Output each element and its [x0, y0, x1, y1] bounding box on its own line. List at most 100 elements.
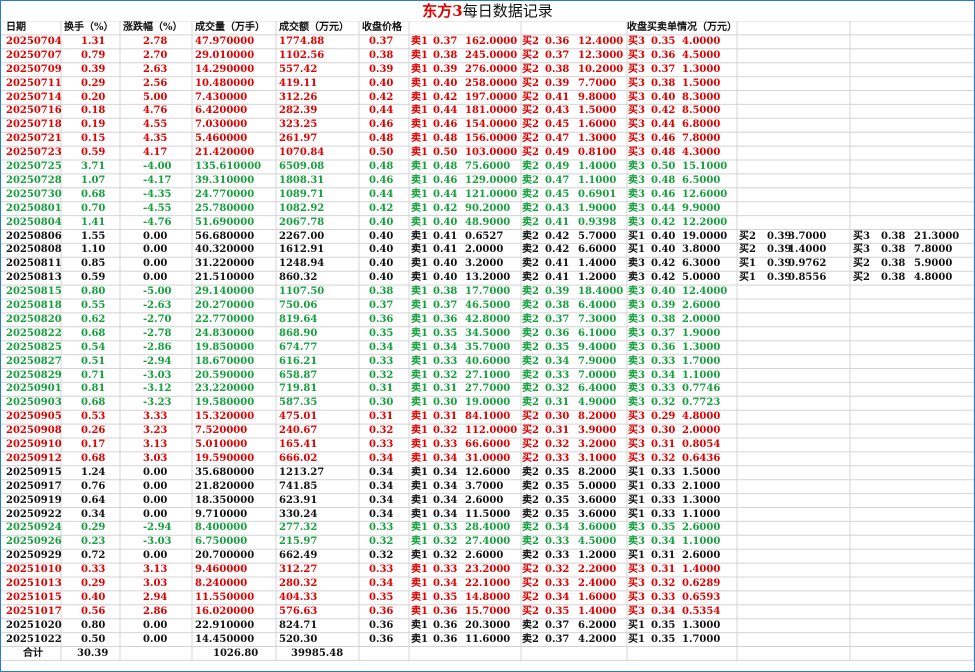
cell-order1-amount[interactable]: 27.1000 — [465, 369, 510, 382]
cell-order3-side[interactable]: 买3 — [628, 77, 645, 90]
cell-order1-amount[interactable]: 0.6527 — [465, 230, 503, 243]
cell-order4-amount[interactable]: 3.7000 — [788, 230, 826, 243]
cell-order2-price[interactable]: 0.35 — [545, 494, 569, 507]
cell-volume[interactable]: 7.520000 — [195, 424, 247, 437]
cell-order3-amount[interactable]: 1.3000 — [682, 63, 720, 76]
cell-order3-price[interactable]: 0.29 — [651, 410, 675, 423]
cell-order3-amount[interactable]: 1.3000 — [682, 494, 720, 507]
cell-order3-price[interactable]: 0.34 — [651, 535, 675, 548]
cell-order1-side[interactable]: 卖1 — [411, 480, 428, 493]
cell-amount[interactable]: 557.42 — [279, 63, 317, 76]
cell-order3-side[interactable]: 买3 — [628, 605, 645, 618]
cell-order2-amount[interactable]: 0.6901 — [578, 188, 616, 201]
cell-order1-price[interactable]: 0.41 — [433, 230, 457, 243]
cell-order3-side[interactable]: 卖3 — [628, 396, 645, 409]
cell-order2-side[interactable]: 买2 — [522, 577, 539, 590]
cell-order2-price[interactable]: 0.33 — [545, 549, 569, 562]
cell-order1-price[interactable]: 0.46 — [433, 174, 457, 187]
cell-order3-side[interactable]: 卖3 — [628, 369, 645, 382]
cell-order1-side[interactable]: 卖1 — [411, 91, 428, 104]
cell-order1-amount[interactable]: 276.0000 — [465, 63, 517, 76]
cell-turnover[interactable]: 0.81 — [81, 382, 105, 395]
cell-order3-price[interactable]: 0.33 — [651, 508, 675, 521]
cell-order1-price[interactable]: 0.40 — [433, 216, 457, 229]
cell-order3-side[interactable]: 买3 — [628, 410, 645, 423]
cell-order2-price[interactable]: 0.33 — [545, 535, 569, 548]
cell-order1-amount[interactable]: 27.4000 — [465, 535, 510, 548]
cell-order1-amount[interactable]: 3.2000 — [465, 257, 503, 270]
cell-order2-price[interactable]: 0.47 — [545, 174, 569, 187]
cell-order1-side[interactable]: 卖1 — [411, 355, 428, 368]
cell-date[interactable]: 20250806 — [6, 230, 62, 243]
cell-close[interactable]: 0.36 — [369, 605, 393, 618]
header-close[interactable]: 收盘价格 — [362, 21, 402, 34]
cell-order2-amount[interactable]: 18.4000 — [578, 285, 623, 298]
cell-order1-amount[interactable]: 22.1000 — [465, 577, 510, 590]
cell-order2-side[interactable]: 买2 — [522, 104, 539, 117]
cell-order1-amount[interactable]: 129.0000 — [465, 174, 517, 187]
cell-order2-price[interactable]: 0.34 — [545, 521, 569, 534]
cell-change[interactable]: -4.35 — [143, 188, 172, 201]
cell-order1-amount[interactable]: 156.0000 — [465, 132, 517, 145]
cell-order3-price[interactable]: 0.33 — [651, 355, 675, 368]
cell-order1-amount[interactable]: 75.6000 — [465, 160, 510, 173]
cell-order3-amount[interactable]: 12.6000 — [682, 188, 727, 201]
cell-order3-amount[interactable]: 12.4000 — [682, 285, 727, 298]
cell-order1-amount[interactable]: 103.0000 — [465, 146, 517, 159]
cell-order5-side[interactable]: 买2 — [853, 271, 870, 284]
cell-order2-price[interactable]: 0.39 — [545, 285, 569, 298]
cell-amount[interactable]: 1213.27 — [279, 466, 324, 479]
cell-turnover[interactable]: 1.07 — [81, 174, 105, 187]
cell-order3-price[interactable]: 0.32 — [651, 452, 675, 465]
cell-order1-price[interactable]: 0.50 — [433, 146, 457, 159]
cell-amount[interactable]: 741.85 — [279, 480, 317, 493]
cell-date[interactable]: 20250801 — [6, 202, 62, 215]
cell-order1-side[interactable]: 卖1 — [411, 466, 428, 479]
cell-order2-side[interactable]: 卖2 — [522, 230, 539, 243]
cell-volume[interactable]: 5.010000 — [195, 438, 247, 451]
cell-order1-side[interactable]: 卖1 — [411, 216, 428, 229]
cell-date[interactable]: 20250910 — [6, 438, 62, 451]
cell-order3-amount[interactable]: 19.0000 — [682, 230, 727, 243]
cell-volume[interactable]: 20.700000 — [195, 549, 254, 562]
cell-order1-amount[interactable]: 31.0000 — [465, 452, 510, 465]
cell-amount[interactable]: 323.25 — [279, 118, 317, 131]
cell-order2-side[interactable]: 买2 — [522, 424, 539, 437]
cell-order2-side[interactable]: 买2 — [522, 410, 539, 423]
cell-order2-side[interactable]: 卖2 — [522, 535, 539, 548]
cell-close[interactable]: 0.31 — [369, 382, 393, 395]
cell-order3-price[interactable]: 0.44 — [651, 118, 675, 131]
cell-order1-amount[interactable]: 14.8000 — [465, 591, 510, 604]
cell-date[interactable]: 20250730 — [6, 188, 62, 201]
cell-order1-price[interactable]: 0.37 — [433, 299, 457, 312]
cell-order3-price[interactable]: 0.32 — [651, 577, 675, 590]
cell-order1-amount[interactable]: 40.6000 — [465, 355, 510, 368]
cell-order1-amount[interactable]: 197.0000 — [465, 91, 517, 104]
cell-change[interactable]: -3.23 — [143, 396, 172, 409]
cell-order1-amount[interactable]: 42.8000 — [465, 313, 510, 326]
cell-order3-price[interactable]: 0.40 — [651, 285, 675, 298]
cell-change[interactable]: -3.12 — [143, 382, 172, 395]
cell-close[interactable]: 0.34 — [369, 508, 393, 521]
cell-close[interactable]: 0.37 — [369, 299, 393, 312]
cell-order3-amount[interactable]: 1.7000 — [682, 633, 720, 646]
cell-turnover[interactable]: 0.64 — [81, 494, 105, 507]
cell-volume[interactable]: 24.770000 — [195, 188, 254, 201]
cell-order2-side[interactable]: 卖2 — [522, 619, 539, 632]
cell-amount[interactable]: 719.81 — [279, 382, 317, 395]
cell-order4-amount[interactable]: 1.4000 — [788, 243, 826, 256]
cell-order3-amount[interactable]: 2.1000 — [682, 480, 720, 493]
cell-close[interactable]: 0.48 — [369, 160, 393, 173]
cell-turnover[interactable]: 1.55 — [81, 230, 105, 243]
cell-date[interactable]: 20251010 — [6, 563, 62, 576]
cell-close[interactable]: 0.37 — [369, 35, 393, 48]
cell-order3-side[interactable]: 卖3 — [628, 160, 645, 173]
cell-order1-price[interactable]: 0.32 — [433, 424, 457, 437]
cell-change[interactable]: 3.03 — [143, 577, 167, 590]
cell-close[interactable]: 0.36 — [369, 313, 393, 326]
cell-order3-price[interactable]: 0.33 — [651, 382, 675, 395]
cell-volume[interactable]: 21.420000 — [195, 146, 254, 159]
cell-change[interactable]: 2.86 — [143, 605, 167, 618]
cell-order3-price[interactable]: 0.35 — [651, 619, 675, 632]
cell-order1-side[interactable]: 卖1 — [411, 494, 428, 507]
